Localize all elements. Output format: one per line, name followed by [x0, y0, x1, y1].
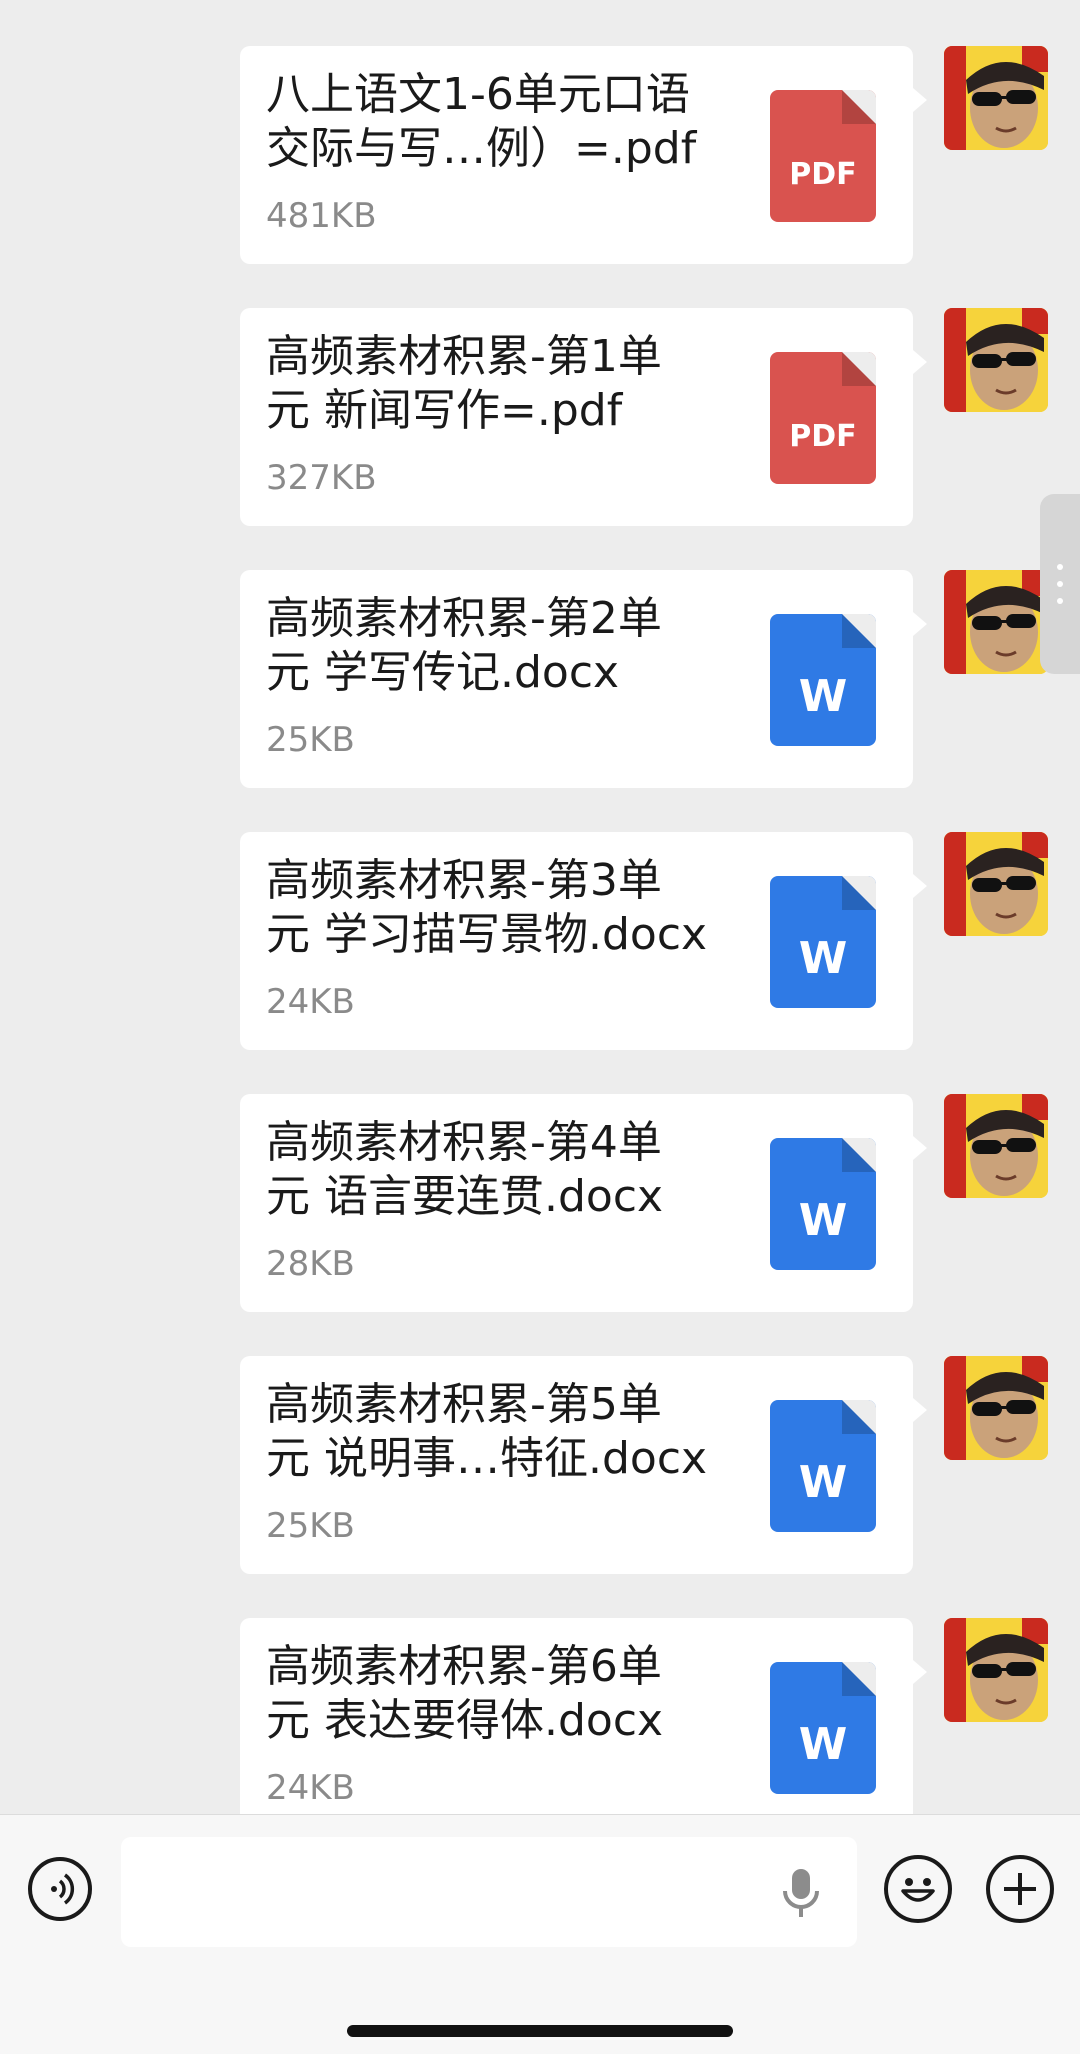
file-type-label: W — [798, 1719, 848, 1770]
file-type-label: W — [798, 1195, 848, 1246]
chat-message-list[interactable]: 八上语文1-6单元口语 交际与写…例）=.pdf 481KB PDF 高频素材积… — [0, 0, 1080, 1814]
file-size: 24KB — [266, 982, 355, 1022]
file-name: 高频素材积累-第1单 元 新闻写作=.pdf — [266, 331, 662, 436]
word-file-icon: W — [770, 1138, 876, 1270]
file-message-bubble[interactable]: 高频素材积累-第3单 元 学习描写景物.docx 24KB W — [240, 832, 913, 1050]
file-message: 高频素材积累-第1单 元 新闻写作=.pdf 327KB PDF — [0, 308, 1080, 528]
file-message-bubble[interactable]: 高频素材积累-第4单 元 语言要连贯.docx 28KB W — [240, 1094, 913, 1312]
file-size: 327KB — [266, 458, 377, 498]
file-type-label: PDF — [789, 157, 857, 192]
file-type-label: PDF — [789, 419, 857, 454]
file-message: 高频素材积累-第6单 元 表达要得体.docx 24KB W — [0, 1618, 1080, 1814]
voice-input-button[interactable] — [28, 1857, 92, 1921]
scroll-handle-dot — [1057, 598, 1063, 604]
file-message-bubble[interactable]: 高频素材积累-第1单 元 新闻写作=.pdf 327KB PDF — [240, 308, 913, 526]
bubble-tail — [913, 1398, 927, 1422]
word-file-icon: W — [770, 614, 876, 746]
scroll-handle-dot — [1057, 564, 1063, 570]
scroll-handle-dot — [1057, 581, 1063, 587]
bubble-tail — [913, 874, 927, 898]
file-name: 高频素材积累-第3单 元 学习描写景物.docx — [266, 855, 708, 960]
file-name: 高频素材积累-第4单 元 语言要连贯.docx — [266, 1117, 664, 1222]
avatar[interactable] — [944, 46, 1048, 150]
file-message: 高频素材积累-第2单 元 学写传记.docx 25KB W — [0, 570, 1080, 790]
scroll-handle[interactable] — [1040, 494, 1080, 674]
file-name: 八上语文1-6单元口语 交际与写…例）=.pdf — [266, 69, 697, 174]
file-name: 高频素材积累-第6单 元 表达要得体.docx — [266, 1641, 664, 1746]
file-size: 28KB — [266, 1244, 355, 1284]
file-size: 24KB — [266, 1768, 355, 1808]
file-type-label: W — [798, 671, 848, 722]
word-file-icon: W — [770, 1400, 876, 1532]
file-name: 高频素材积累-第2单 元 学写传记.docx — [266, 593, 662, 698]
file-size: 25KB — [266, 1506, 355, 1546]
emoji-icon — [901, 1878, 935, 1902]
pdf-file-icon: PDF — [770, 90, 876, 222]
avatar[interactable] — [944, 1094, 1048, 1198]
bubble-tail — [913, 1136, 927, 1160]
file-type-label: W — [798, 933, 848, 984]
pdf-file-icon: PDF — [770, 352, 876, 484]
input-bar — [0, 1814, 1080, 2054]
home-indicator[interactable] — [347, 2025, 733, 2037]
bubble-tail — [913, 612, 927, 636]
message-input[interactable] — [121, 1837, 857, 1947]
file-message: 高频素材积累-第4单 元 语言要连贯.docx 28KB W — [0, 1094, 1080, 1314]
avatar[interactable] — [944, 1356, 1048, 1460]
bubble-tail — [913, 88, 927, 112]
bubble-tail — [913, 350, 927, 374]
file-message: 高频素材积累-第3单 元 学习描写景物.docx 24KB W — [0, 832, 1080, 1052]
file-size: 25KB — [266, 720, 355, 760]
avatar[interactable] — [944, 308, 1048, 412]
file-message: 高频素材积累-第5单 元 说明事…特征.docx 25KB W — [0, 1356, 1080, 1576]
avatar[interactable] — [944, 570, 1048, 674]
avatar[interactable] — [944, 1618, 1048, 1722]
file-message-bubble[interactable]: 八上语文1-6单元口语 交际与写…例）=.pdf 481KB PDF — [240, 46, 913, 264]
plus-icon — [1004, 1873, 1036, 1905]
file-size: 481KB — [266, 196, 377, 236]
bubble-tail — [913, 1660, 927, 1684]
file-message-bubble[interactable]: 高频素材积累-第6单 元 表达要得体.docx 24KB W — [240, 1618, 913, 1814]
microphone-icon[interactable] — [778, 1865, 824, 1921]
word-file-icon: W — [770, 876, 876, 1008]
more-functions-button[interactable] — [986, 1855, 1054, 1923]
file-message-bubble[interactable]: 高频素材积累-第2单 元 学写传记.docx 25KB W — [240, 570, 913, 788]
emoji-button[interactable] — [884, 1855, 952, 1923]
avatar[interactable] — [944, 832, 1048, 936]
file-message: 八上语文1-6单元口语 交际与写…例）=.pdf 481KB PDF — [0, 46, 1080, 266]
file-name: 高频素材积累-第5单 元 说明事…特征.docx — [266, 1379, 708, 1484]
file-message-bubble[interactable]: 高频素材积累-第5单 元 说明事…特征.docx 25KB W — [240, 1356, 913, 1574]
voice-input-icon — [51, 1873, 75, 1905]
file-type-label: W — [798, 1457, 848, 1508]
word-file-icon: W — [770, 1662, 876, 1794]
